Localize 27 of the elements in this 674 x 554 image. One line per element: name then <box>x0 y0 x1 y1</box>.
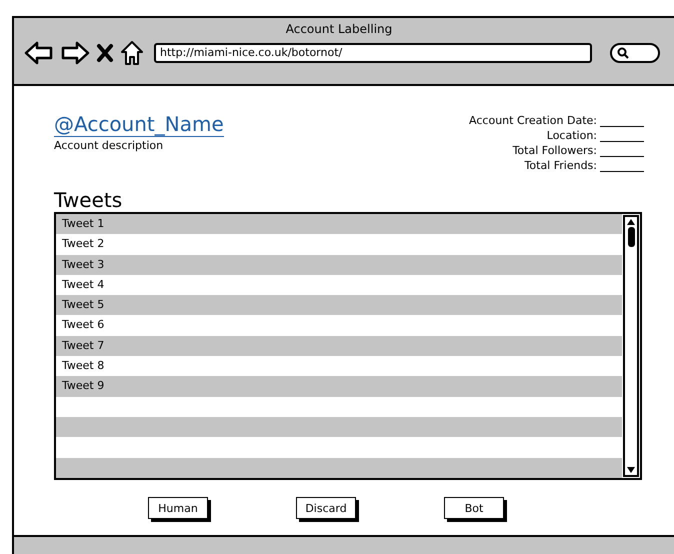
detail-label: Total Followers: <box>512 144 597 157</box>
forward-icon[interactable] <box>60 41 90 65</box>
detail-label: Total Friends: <box>524 159 597 172</box>
tweet-row[interactable]: Tweet 1 <box>56 214 622 234</box>
label-button[interactable]: Human <box>148 497 208 519</box>
home-icon[interactable] <box>120 40 144 66</box>
detail-label: Location: <box>546 129 597 142</box>
back-icon[interactable] <box>24 41 54 65</box>
tweet-row[interactable]: Tweet 3 <box>56 254 622 275</box>
scroll-up-icon[interactable] <box>625 217 637 227</box>
scroll-thumb[interactable] <box>628 227 634 247</box>
scroll-down-icon[interactable] <box>625 465 637 475</box>
label-button[interactable]: Discard <box>296 497 356 519</box>
search-icon <box>617 47 629 59</box>
tweet-row[interactable]: Tweet 9 <box>56 376 622 397</box>
detail-label: Account Creation Date: <box>469 114 597 127</box>
label-button[interactable]: Bot <box>444 497 504 519</box>
tweet-row[interactable]: Tweet 5 <box>56 295 622 316</box>
window-title: Account Labelling <box>284 21 394 36</box>
scrollbar[interactable] <box>623 215 639 477</box>
search-field[interactable] <box>610 43 660 63</box>
account-name-link[interactable]: @Account_Name <box>54 112 224 137</box>
close-icon[interactable] <box>96 43 114 63</box>
tweet-row[interactable]: Tweet 7 <box>56 336 622 356</box>
tweets-heading: Tweets <box>54 188 124 212</box>
account-description: Account description <box>54 139 164 152</box>
address-field[interactable]: http://miami-nice.co.uk/botornot/ <box>154 43 592 63</box>
